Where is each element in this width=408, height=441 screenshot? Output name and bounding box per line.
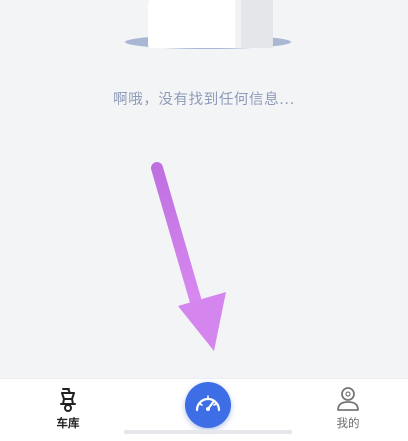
tab-garage[interactable]: 车库 xyxy=(28,379,108,441)
center-speedometer-button[interactable] xyxy=(185,382,231,428)
tab-mine-label: 我的 xyxy=(336,416,360,430)
scooter-icon xyxy=(60,388,76,412)
down-arrow-annotation xyxy=(151,162,226,351)
home-indicator xyxy=(124,430,292,434)
tab-garage-label: 车库 xyxy=(56,416,80,430)
tab-mine[interactable]: 我的 xyxy=(308,379,388,441)
empty-box-illustration xyxy=(125,0,291,49)
empty-state-message: 啊哦，没有找到任何信息... xyxy=(113,92,295,108)
speedometer-icon xyxy=(195,395,221,412)
profile-icon xyxy=(337,387,359,411)
